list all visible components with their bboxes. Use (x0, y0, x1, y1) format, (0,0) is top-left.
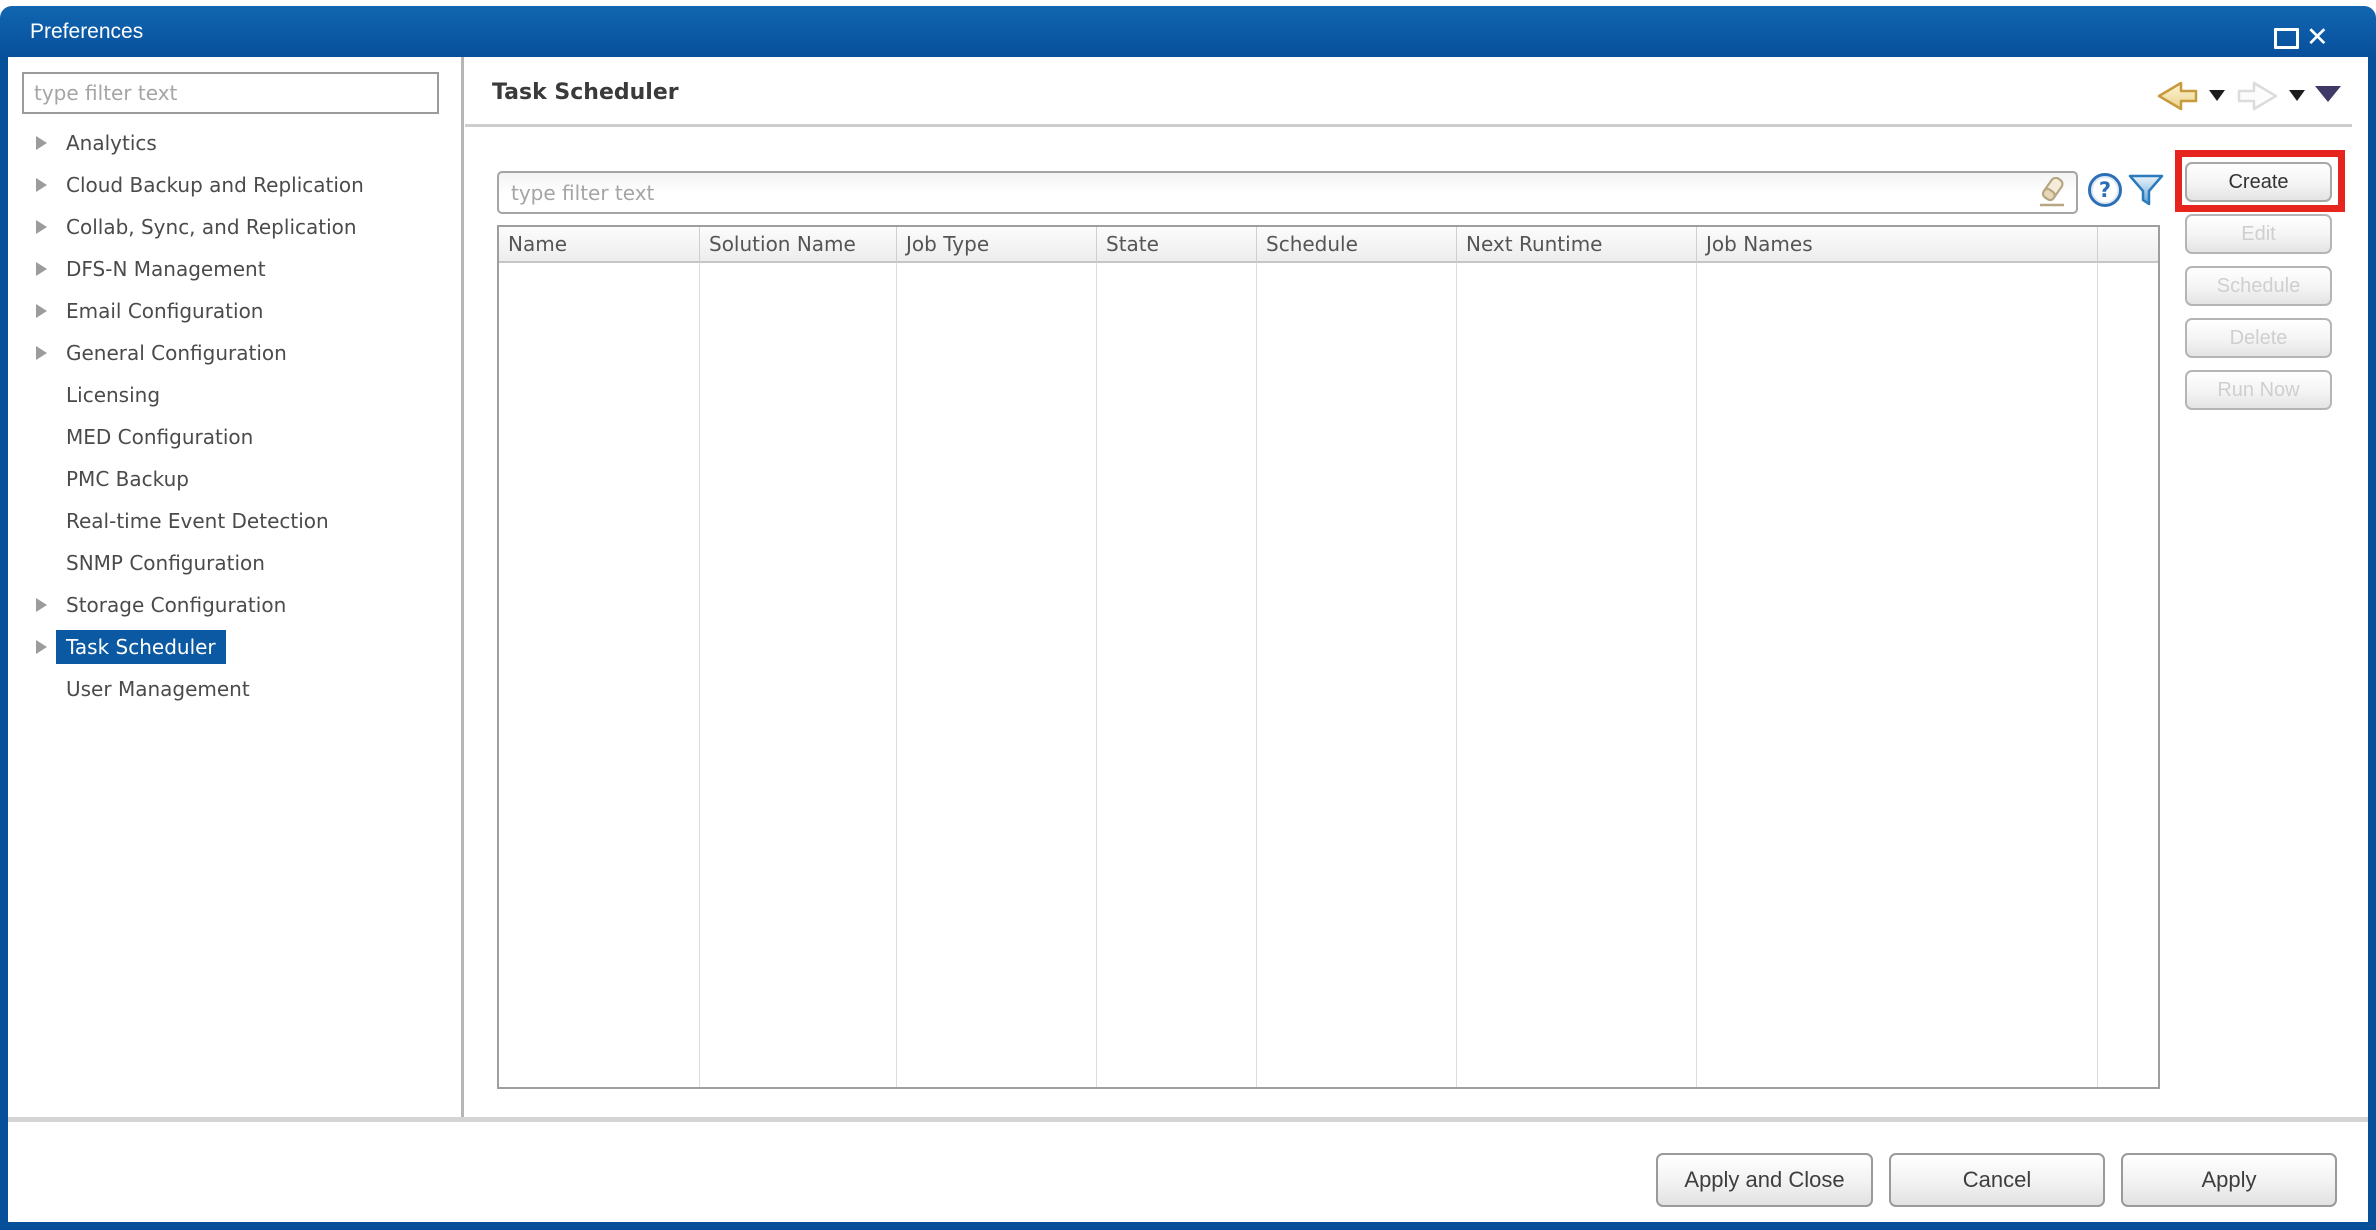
table-body-column (499, 263, 700, 1087)
help-icon[interactable]: ? (2088, 173, 2122, 207)
expand-arrow-triangle (36, 304, 47, 318)
page-title: Task Scheduler (492, 80, 679, 105)
column-header-name[interactable]: Name (499, 227, 700, 263)
sidebar-item-analytics[interactable]: Analytics (8, 122, 460, 164)
expand-arrow-icon[interactable] (36, 136, 48, 150)
column-header-job-names[interactable]: Job Names (1697, 227, 2098, 263)
tree-item-label: General Configuration (56, 336, 297, 370)
sidebar-item-dfs-n-management[interactable]: DFS-N Management (8, 248, 460, 290)
sidebar-item-licensing[interactable]: Licensing (8, 374, 460, 416)
expand-arrow-triangle (36, 136, 47, 150)
expand-arrow-icon[interactable] (36, 304, 48, 318)
expand-arrow-triangle (36, 178, 47, 192)
table-body-column (1697, 263, 2098, 1087)
table-body-column (1257, 263, 1457, 1087)
table-body-column (897, 263, 1097, 1087)
column-header-schedule[interactable]: Schedule (1257, 227, 1457, 263)
expand-arrow-icon[interactable] (36, 220, 48, 234)
expand-arrow-triangle (36, 262, 47, 276)
tree-item-label: User Management (56, 672, 260, 706)
panel-divider (461, 57, 464, 1117)
tree-item-label: Real-time Event Detection (56, 504, 339, 538)
table-body-column (700, 263, 897, 1087)
window-border-bottom (0, 1222, 2376, 1230)
sidebar-item-task-scheduler[interactable]: Task Scheduler (8, 626, 460, 668)
tree-item-label: Collab, Sync, and Replication (56, 210, 367, 244)
sidebar-item-email-configuration[interactable]: Email Configuration (8, 290, 460, 332)
sidebar-item-cloud-backup-and-replication[interactable]: Cloud Backup and Replication (8, 164, 460, 206)
window-title: Preferences (30, 6, 143, 57)
schedule-button: Schedule (2185, 266, 2332, 306)
sidebar-filter-input[interactable] (22, 72, 439, 114)
tree-item-label: Cloud Backup and Replication (56, 168, 374, 202)
column-header-job-type[interactable]: Job Type (897, 227, 1097, 263)
expand-arrow-triangle (36, 598, 47, 612)
forward-icon[interactable] (2236, 80, 2280, 112)
sidebar-item-general-configuration[interactable]: General Configuration (8, 332, 460, 374)
tree-item-label: Email Configuration (56, 294, 273, 328)
close-icon[interactable]: ✕ (2306, 12, 2329, 63)
forward-dropdown-icon[interactable] (2289, 90, 2305, 101)
run-now-button: Run Now (2185, 370, 2332, 410)
table-body-column (2098, 263, 2158, 1087)
expand-arrow-triangle (36, 346, 47, 360)
table-filter-input[interactable] (497, 171, 2078, 214)
back-icon[interactable] (2155, 80, 2199, 112)
window-border-left (0, 57, 8, 1230)
tree-item-label: Analytics (56, 126, 167, 160)
back-dropdown-icon[interactable] (2209, 90, 2225, 101)
tree-item-label: MED Configuration (56, 420, 263, 454)
table-body-column (1097, 263, 1257, 1087)
tree-item-label: Task Scheduler (56, 630, 226, 664)
column-header-next-runtime[interactable]: Next Runtime (1457, 227, 1697, 263)
expand-arrow-triangle (36, 220, 47, 234)
expand-arrow-icon[interactable] (36, 262, 48, 276)
preferences-window: Preferences ✕ Analytics Cloud Backup and … (0, 0, 2376, 1230)
tree-item-label: PMC Backup (56, 462, 199, 496)
window-border-right (2368, 57, 2376, 1230)
column-header-state[interactable]: State (1097, 227, 1257, 263)
expand-arrow-icon[interactable] (36, 346, 48, 360)
sidebar-item-pmc-backup[interactable]: PMC Backup (8, 458, 460, 500)
delete-button: Delete (2185, 318, 2332, 358)
sidebar-item-user-management[interactable]: User Management (8, 668, 460, 710)
sidebar-item-snmp-configuration[interactable]: SNMP Configuration (8, 542, 460, 584)
sidebar-item-med-configuration[interactable]: MED Configuration (8, 416, 460, 458)
edit-button: Edit (2185, 214, 2332, 254)
expand-arrow-triangle (36, 640, 47, 654)
apply-button[interactable]: Apply (2121, 1153, 2337, 1207)
column-header-solution-name[interactable]: Solution Name (700, 227, 897, 263)
tree-item-label: SNMP Configuration (56, 546, 275, 580)
expand-arrow-icon[interactable] (36, 178, 48, 192)
header-separator (465, 124, 2352, 127)
create-button[interactable]: Create (2185, 162, 2332, 202)
maximize-icon[interactable] (2274, 28, 2299, 49)
tasks-table: NameSolution NameJob TypeStateScheduleNe… (497, 225, 2160, 1089)
preferences-tree: Analytics Cloud Backup and Replication Col… (8, 122, 460, 710)
eraser-icon[interactable] (2033, 177, 2071, 207)
tree-item-label: Licensing (56, 378, 170, 412)
tree-item-label: DFS-N Management (56, 252, 276, 286)
sidebar-item-real-time-event-detection[interactable]: Real-time Event Detection (8, 500, 460, 542)
expand-arrow-icon[interactable] (36, 640, 48, 654)
expand-arrow-icon[interactable] (36, 598, 48, 612)
footer-separator (8, 1117, 2368, 1122)
sidebar-item-storage-configuration[interactable]: Storage Configuration (8, 584, 460, 626)
cancel-button[interactable]: Cancel (1889, 1153, 2105, 1207)
filter-icon[interactable] (2127, 171, 2165, 209)
view-menu-icon[interactable] (2315, 86, 2341, 102)
table-body-column (1457, 263, 1697, 1087)
column-header-filler (2098, 227, 2158, 263)
sidebar-item-collab-sync-and-replication[interactable]: Collab, Sync, and Replication (8, 206, 460, 248)
apply-and-close-button[interactable]: Apply and Close (1656, 1153, 1873, 1207)
tree-item-label: Storage Configuration (56, 588, 296, 622)
titlebar: Preferences ✕ (0, 6, 2376, 57)
